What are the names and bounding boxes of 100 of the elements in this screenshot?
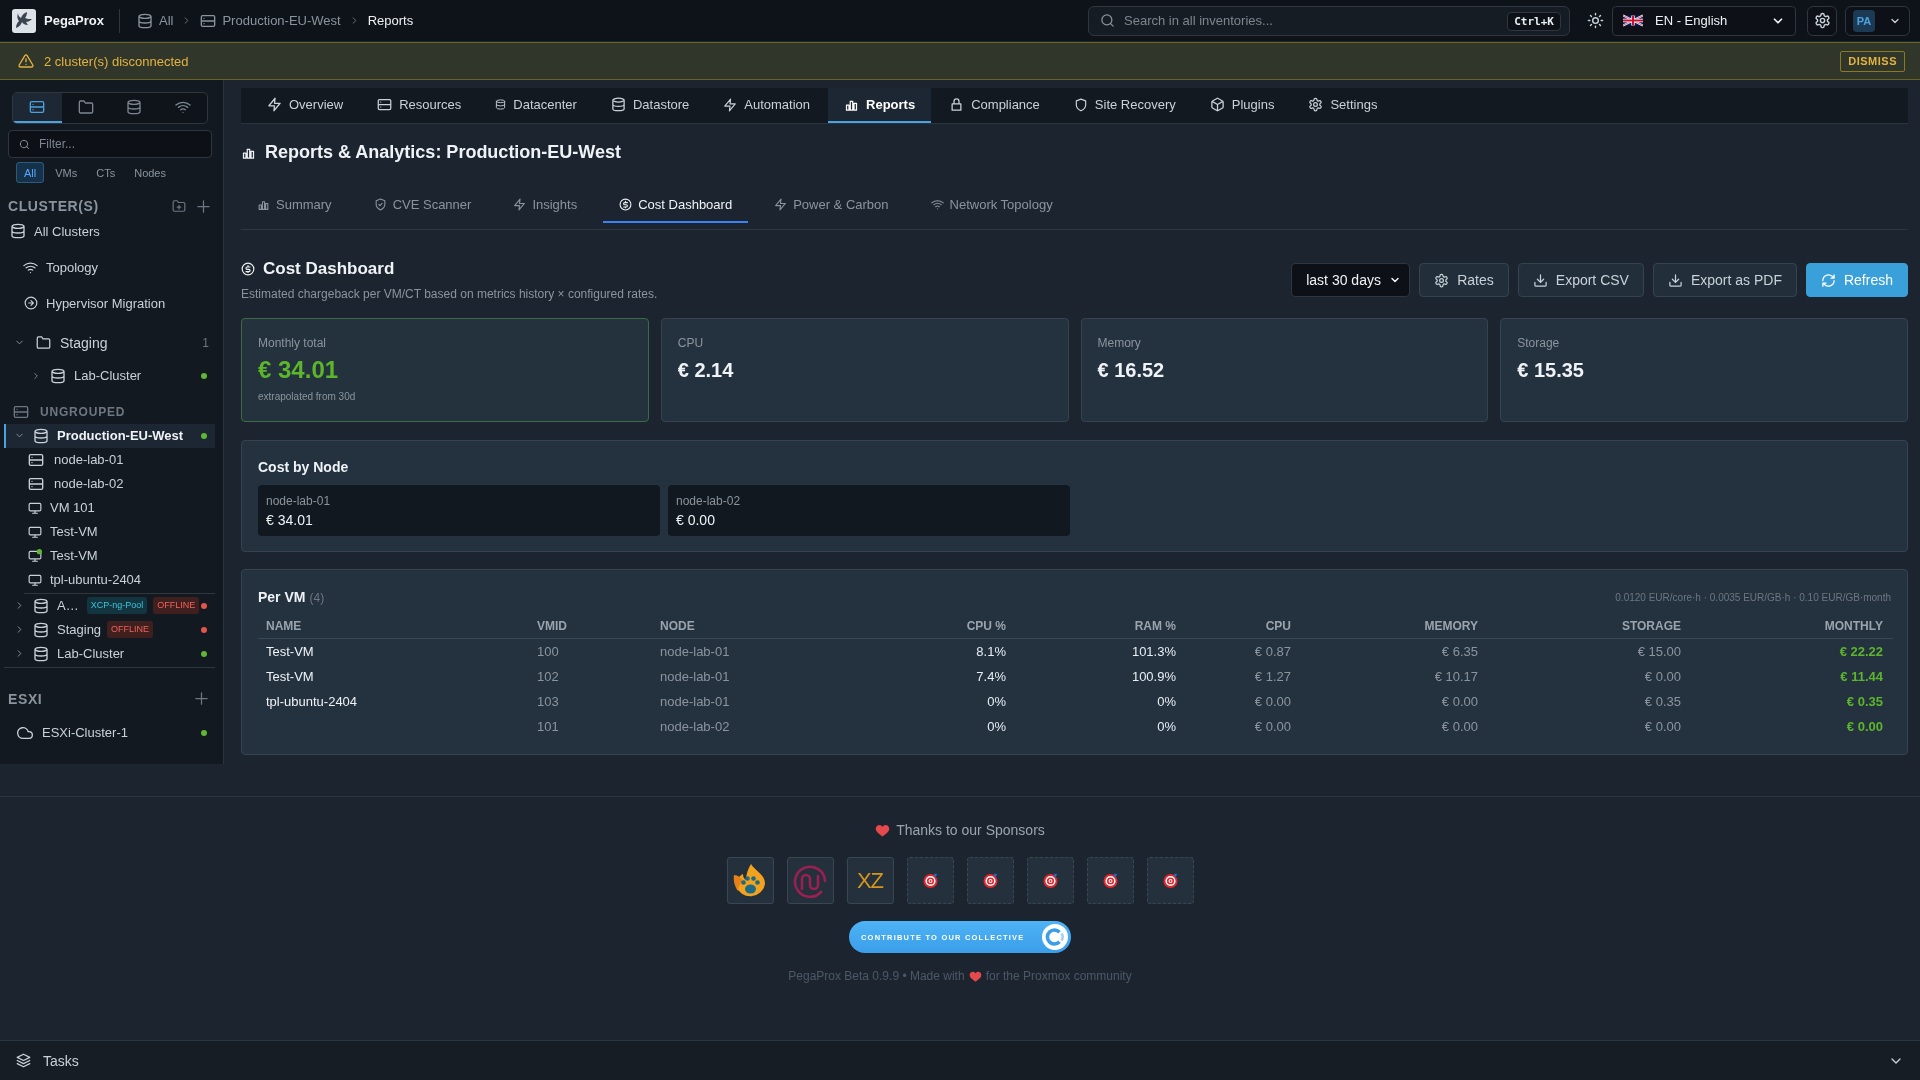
plus-icon[interactable]: [194, 691, 209, 706]
period-select[interactable]: last 30 days: [1291, 263, 1411, 297]
nav-tab[interactable]: Resources: [361, 88, 478, 123]
sponsor-link[interactable]: XZ: [846, 857, 894, 904]
card-value: € 16.52: [1097, 358, 1166, 383]
database-icon: [33, 427, 49, 444]
action-button[interactable]: Export CSV: [1517, 263, 1644, 297]
sponsor-link[interactable]: [726, 857, 774, 904]
sub-tab[interactable]: Network Topology: [914, 187, 1069, 223]
app-name: PegaProx: [44, 13, 104, 28]
tree-item[interactable]: Test-VM: [0, 543, 223, 568]
tree-item[interactable]: node-lab-01: [0, 447, 223, 472]
view-tab[interactable]: [13, 93, 62, 123]
cluster-name[interactable]: Production-EU-West: [57, 428, 184, 443]
table-cell-text: € 0.00: [1253, 718, 1292, 736]
settings-button[interactable]: [1807, 5, 1837, 36]
sub-tab[interactable]: Cost Dashboard: [603, 187, 749, 223]
cluster-name[interactable]: Lab-Cluster: [74, 368, 142, 383]
download-icon: [1532, 272, 1548, 288]
filter-chip[interactable]: CTs: [88, 162, 124, 183]
nav-link[interactable]: Topology: [0, 252, 223, 282]
heart-icon: [968, 969, 982, 983]
card-label: Monthly total: [258, 335, 328, 351]
sun-icon: [1586, 12, 1604, 29]
breadcrumb-link[interactable]: Production-EU-West: [200, 12, 341, 29]
swirl-logo-icon: [792, 862, 828, 899]
server-icon: [13, 403, 29, 420]
tree-item[interactable]: Test-VM: [0, 519, 223, 544]
sponsor-slot[interactable]: [966, 857, 1014, 904]
item-count: 1: [202, 335, 209, 350]
cluster-name[interactable]: Lab-Cluster: [57, 646, 125, 661]
cluster-name[interactable]: ESXi-Cluster-1: [42, 725, 128, 740]
sub-tab[interactable]: CVE Scanner: [357, 187, 488, 223]
table-cell-text: 103: [536, 693, 560, 711]
node-name: node-lab-01: [266, 493, 332, 509]
tree-item[interactable]: tpl-ubuntu-2404: [0, 567, 223, 592]
wifi-icon: [23, 259, 38, 275]
section-subtitle: Estimated chargeback per VM/CT based on metrics history × configured rates.: [241, 286, 658, 302]
nav-tab[interactable]: Overview: [251, 88, 360, 123]
sponsor-slot[interactable]: [906, 857, 954, 904]
tasks-bar[interactable]: Tasks: [0, 1040, 1920, 1080]
download-icon: [1667, 272, 1683, 288]
table-cell: Test-VM: [258, 638, 529, 664]
lock-icon: [949, 97, 965, 112]
cluster-name[interactable]: A…: [57, 598, 79, 613]
plus-icon[interactable]: [196, 198, 211, 214]
breadcrumb-link[interactable]: All: [137, 12, 174, 29]
nav-tab[interactable]: Reports: [828, 88, 932, 123]
sponsor-slot[interactable]: [1086, 857, 1134, 904]
nav-tab[interactable]: Settings: [1292, 88, 1394, 123]
action-button[interactable]: Export as PDF: [1652, 263, 1797, 297]
tree-item[interactable]: VM 101: [0, 495, 223, 520]
sponsor-slot[interactable]: [1026, 857, 1074, 904]
banner-message: 2 cluster(s) disconnected: [44, 53, 189, 69]
group-name[interactable]: Staging: [60, 334, 108, 351]
sub-tab[interactable]: Insights: [497, 187, 594, 223]
panel-title: Per VM: [258, 588, 306, 607]
settings-icon: [1813, 12, 1831, 29]
card-value: € 2.14: [677, 358, 735, 383]
section-title: Cost Dashboard: [263, 259, 395, 279]
column-header: VMID: [529, 614, 652, 639]
target-icon: [1162, 873, 1178, 888]
column-header: RAM %: [1016, 614, 1186, 639]
app-logo-icon[interactable]: [12, 8, 36, 33]
heart-icon: [875, 822, 891, 838]
nav-tab[interactable]: Compliance: [933, 88, 1056, 123]
table-cell: 101.3%: [1016, 638, 1186, 664]
nav-tab[interactable]: Automation: [707, 88, 827, 123]
nav-tab[interactable]: Datacenter: [479, 88, 593, 123]
sponsor-slot[interactable]: [1146, 857, 1194, 904]
table-cell-text: € 0.00: [1643, 718, 1682, 736]
column-header: NODE: [652, 614, 881, 639]
column-header: CPU %: [881, 614, 1016, 639]
breadcrumb-link[interactable]: Reports: [367, 13, 414, 28]
nav-tab[interactable]: Datastore: [594, 88, 706, 123]
filter-chip[interactable]: VMs: [47, 162, 86, 183]
sub-tab[interactable]: Power & Carbon: [758, 187, 905, 223]
language-select[interactable]: EN - English: [1612, 5, 1796, 36]
nav-tab[interactable]: Plugins: [1193, 88, 1291, 123]
search-icon: [19, 138, 30, 150]
type-badge: XCP-ng-Pool: [86, 597, 148, 614]
nav-tab[interactable]: Site Recovery: [1057, 88, 1192, 123]
filter-chip[interactable]: Nodes: [126, 162, 174, 183]
filter-field[interactable]: Filter...: [8, 130, 212, 158]
flag-icon: [1623, 14, 1643, 27]
chevron-right-icon[interactable]: [31, 370, 41, 381]
filter-chip[interactable]: All: [16, 162, 45, 183]
folder-plus-icon[interactable]: [172, 199, 186, 213]
nav-link[interactable]: Hypervisor Migration: [0, 288, 223, 318]
table-cell-text: 7.4%: [975, 668, 1007, 686]
dismiss-button[interactable]: DISMISS: [1840, 50, 1905, 72]
action-button[interactable]: Rates: [1419, 263, 1509, 297]
sub-tab[interactable]: Summary: [241, 187, 348, 223]
target-icon: [922, 873, 938, 888]
cluster-name[interactable]: Staging: [57, 622, 102, 637]
user-menu-button[interactable]: PA: [1845, 5, 1910, 36]
tree-item[interactable]: node-lab-02: [0, 471, 223, 496]
nav-link[interactable]: All Clusters: [0, 216, 223, 246]
refresh-icon: [1820, 272, 1836, 288]
database-icon: [33, 645, 49, 662]
